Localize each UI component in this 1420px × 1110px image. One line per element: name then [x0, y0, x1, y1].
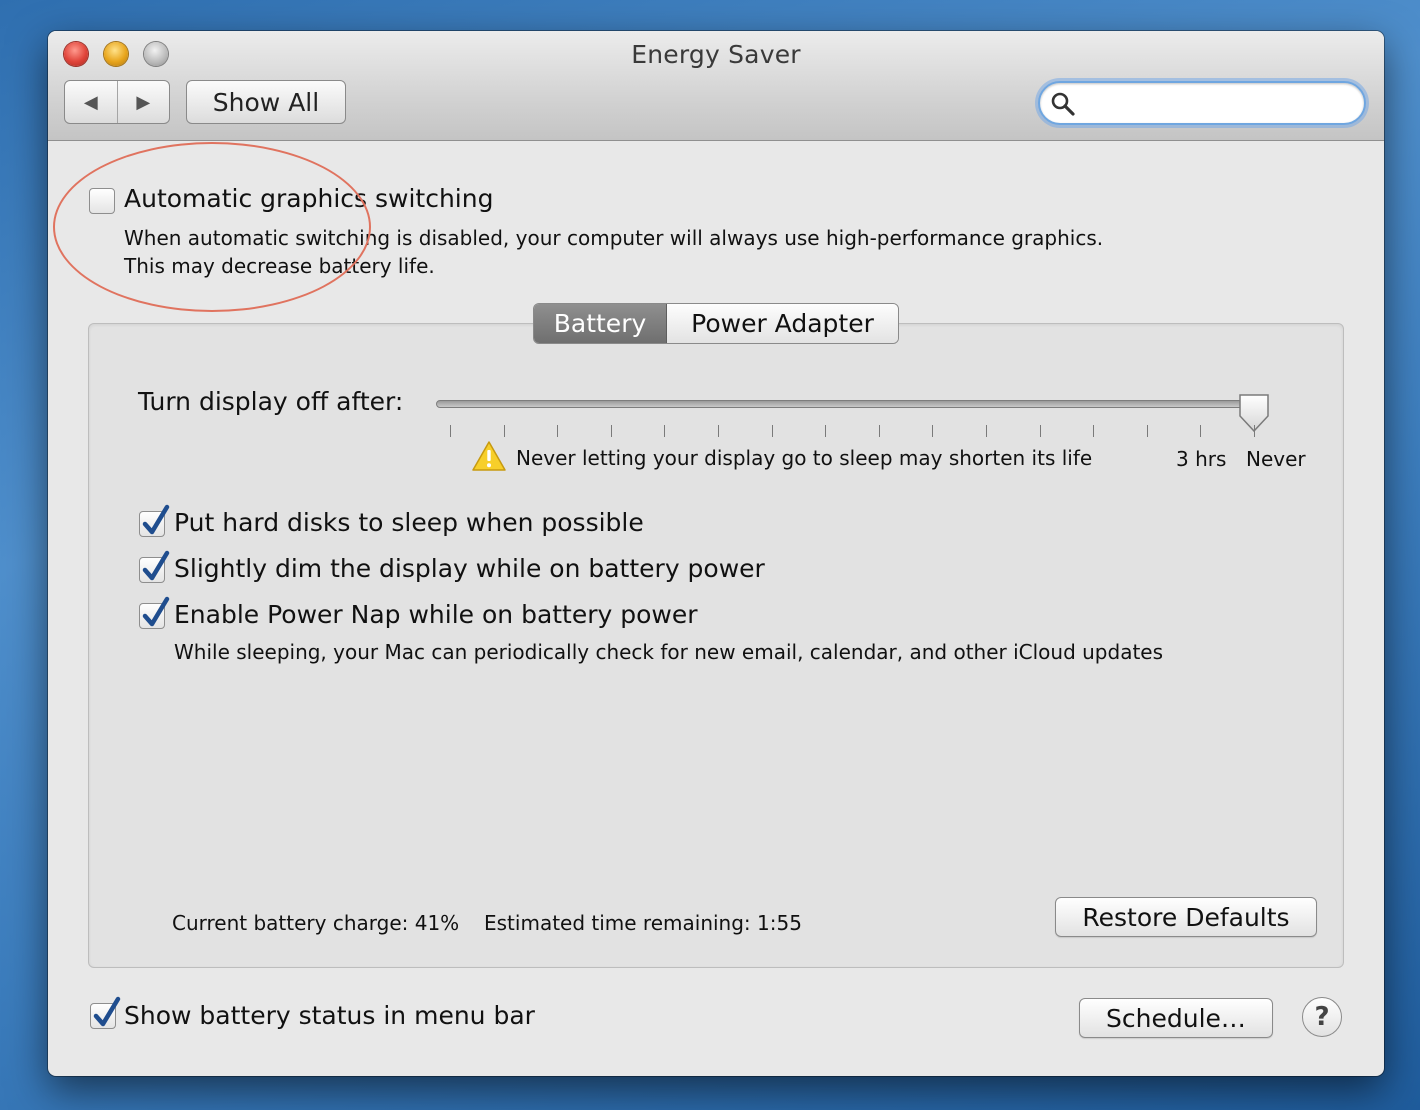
search-input[interactable]: [1082, 89, 1352, 117]
checkmark-icon: [142, 596, 170, 627]
slider-tick: [503, 425, 505, 437]
back-forward-control: ◀ ▶: [64, 80, 170, 124]
show-all-button[interactable]: Show All: [186, 80, 346, 124]
menu-bar-status-label: Show battery status in menu bar: [124, 1001, 535, 1030]
slider-tick: [450, 425, 451, 437]
forward-button[interactable]: ▶: [118, 81, 170, 123]
tick-label-never: Never: [1246, 447, 1306, 471]
slider-tick: [557, 425, 559, 437]
graphics-switching-label: Automatic graphics switching: [124, 184, 494, 213]
slider-tick: [932, 425, 934, 437]
tab-battery[interactable]: Battery: [534, 304, 667, 343]
slider-tick: [664, 425, 666, 437]
window-title: Energy Saver: [631, 40, 801, 69]
slider-tick: [825, 425, 827, 437]
display-sleep-label: Turn display off after:: [138, 387, 404, 416]
hard-disk-sleep-label: Put hard disks to sleep when possible: [174, 508, 644, 537]
back-button[interactable]: ◀: [65, 81, 118, 123]
battery-charge-text: Current battery charge: 41%: [172, 911, 460, 935]
tick-label-3hrs: 3 hrs: [1176, 447, 1227, 471]
power-nap-description: While sleeping, your Mac can periodicall…: [174, 640, 1164, 664]
checkmark-icon: [142, 550, 170, 581]
tab-bar: Battery Power Adapter: [533, 303, 899, 344]
search-field[interactable]: [1038, 81, 1366, 125]
time-remaining-text: Estimated time remaining: 1:55: [484, 911, 802, 935]
dim-display-label: Slightly dim the display while on batter…: [174, 554, 765, 583]
restore-defaults-button[interactable]: Restore Defaults: [1055, 897, 1317, 937]
back-arrow-icon: ◀: [83, 91, 98, 113]
display-sleep-slider[interactable]: [436, 400, 1262, 408]
dim-display-checkbox[interactable]: [139, 550, 170, 583]
forward-arrow-icon: ▶: [136, 91, 151, 113]
graphics-description-line1: When automatic switching is disabled, yo…: [124, 226, 1104, 250]
tab-power-adapter[interactable]: Power Adapter: [667, 304, 898, 343]
schedule-button[interactable]: Schedule…: [1079, 998, 1273, 1038]
slider-tick: [610, 425, 612, 437]
slider-tick: [1146, 425, 1148, 437]
slider-tick: [1093, 425, 1095, 437]
display-sleep-warning: Never letting your display go to sleep m…: [516, 446, 1093, 470]
power-nap-checkbox[interactable]: [139, 596, 170, 629]
search-icon: [1051, 92, 1075, 116]
menu-bar-status-checkbox[interactable]: [90, 996, 121, 1029]
title-bar: Energy Saver ◀ ▶ Show All: [48, 31, 1384, 141]
slider-tick: [718, 425, 719, 437]
slider-tick: [1039, 425, 1041, 437]
power-nap-label: Enable Power Nap while on battery power: [174, 600, 698, 629]
checkmark-icon: [93, 996, 121, 1027]
slider-tick: [1254, 425, 1255, 437]
slider-tick: [986, 425, 987, 437]
help-button[interactable]: ?: [1302, 997, 1342, 1037]
graphics-switching-checkbox[interactable]: [89, 188, 115, 214]
warning-triangle-icon: [472, 441, 506, 471]
slider-tick: [878, 425, 880, 437]
slider-tick: [1200, 425, 1202, 437]
checkmark-icon: [142, 504, 170, 535]
hard-disk-sleep-checkbox[interactable]: [139, 504, 170, 537]
slider-tick: [771, 425, 773, 437]
graphics-description-line2: This may decrease battery life.: [124, 254, 435, 278]
